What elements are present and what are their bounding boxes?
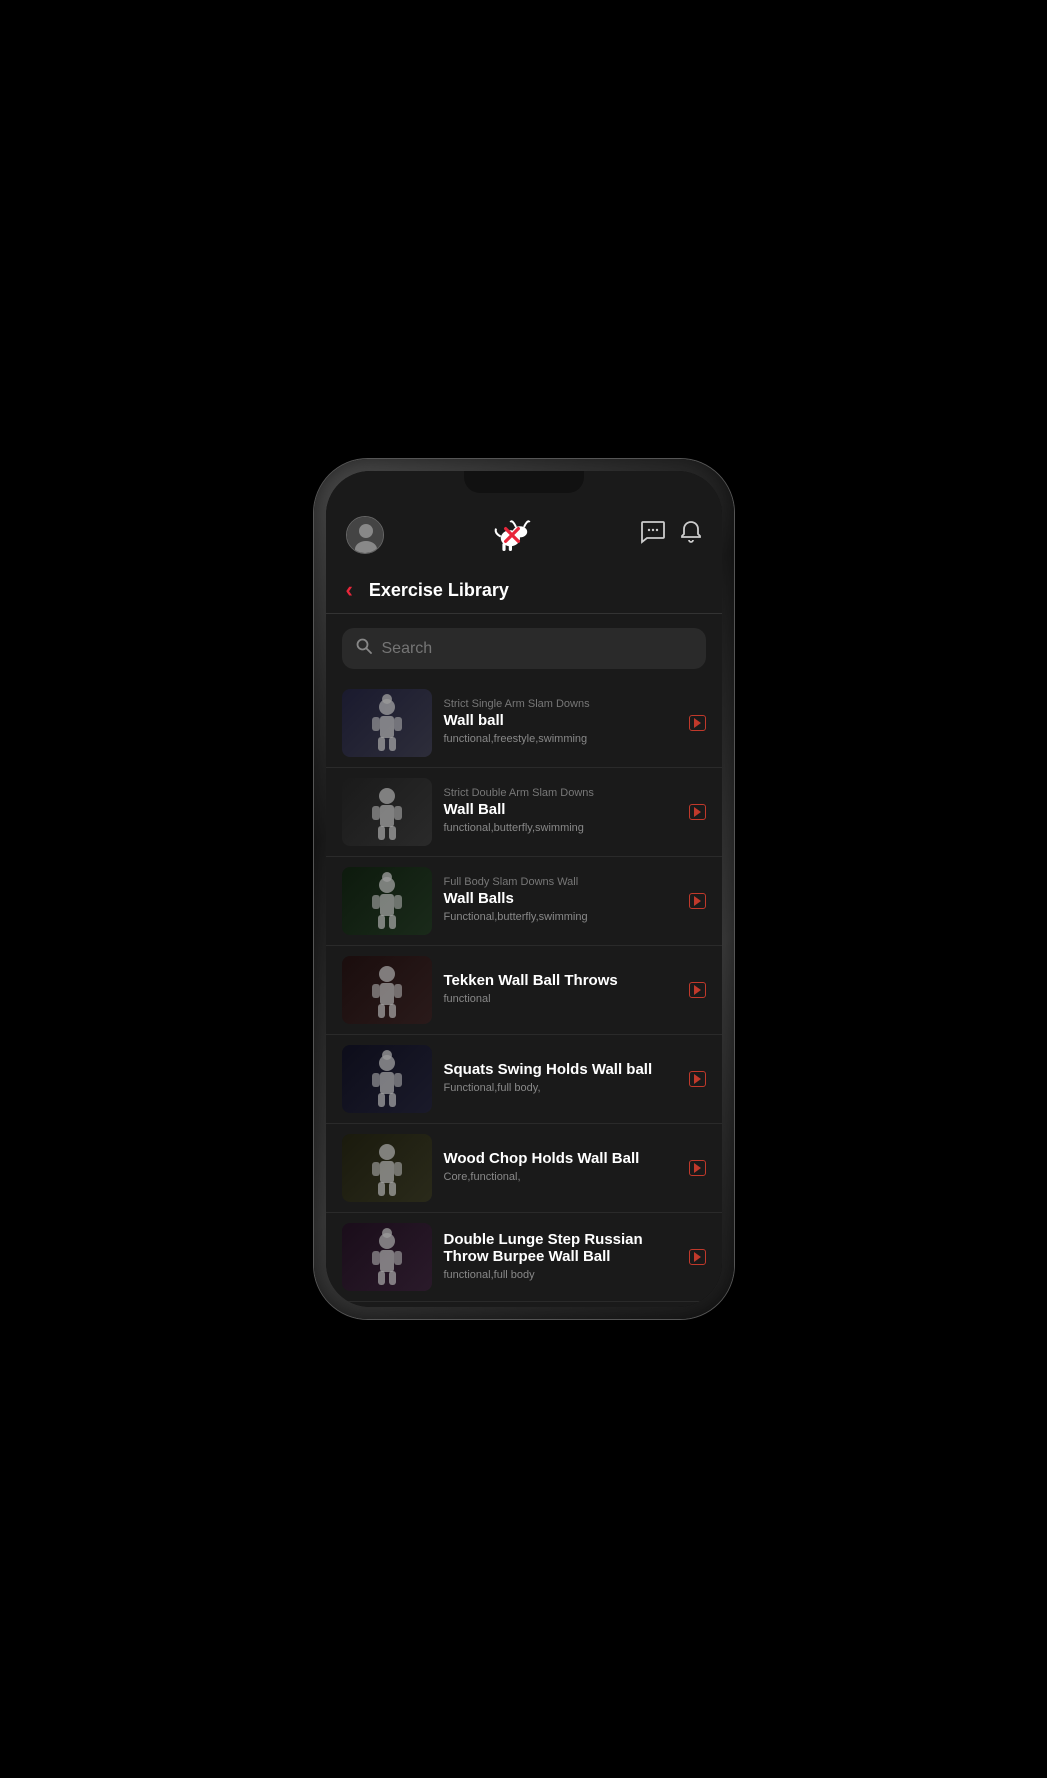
exercise-item[interactable]: Double Lunge Step Russian Throw Burpee W… bbox=[326, 1213, 722, 1302]
exercise-thumbnail bbox=[342, 867, 432, 935]
exercise-thumbnail bbox=[342, 1045, 432, 1113]
play-triangle bbox=[694, 1163, 701, 1173]
exercise-title: Wood Chop Holds Wall Ball bbox=[444, 1150, 677, 1167]
play-triangle bbox=[694, 896, 701, 906]
exercise-list: Strict Single Arm Slam Downs Wall ball f… bbox=[326, 679, 722, 1307]
exercise-item[interactable]: Strict Single Arm Slam Downs Wall ball f… bbox=[326, 679, 722, 768]
exercise-title: Wall Balls bbox=[444, 890, 677, 907]
exercise-tags: Core,functional, bbox=[444, 1170, 677, 1185]
chat-icon[interactable] bbox=[640, 520, 666, 550]
exercise-subtitle: Strict Double Arm Slam Downs bbox=[444, 787, 677, 799]
page-title: Exercise Library bbox=[369, 580, 509, 601]
nav-bar: ‹ Exercise Library bbox=[326, 571, 722, 614]
exercise-item[interactable]: Strict Double Arm Slam Downs Wall Ball f… bbox=[326, 768, 722, 857]
video-icon[interactable] bbox=[689, 1071, 706, 1087]
back-button[interactable]: ‹ bbox=[346, 577, 353, 603]
exercise-info: Wood Chop Holds Wall Ball Core,functiona… bbox=[444, 1150, 677, 1185]
play-triangle bbox=[694, 1252, 701, 1262]
top-icons bbox=[640, 520, 702, 550]
exercise-item[interactable]: Wood Chop Holds Wall Ball Core,functiona… bbox=[326, 1124, 722, 1213]
exercise-title: Wall ball bbox=[444, 712, 677, 729]
exercise-tags: functional,full body bbox=[444, 1268, 677, 1283]
exercise-info: Double Lunge Step Russian Throw Burpee W… bbox=[444, 1231, 677, 1283]
exercise-title: Wall Ball bbox=[444, 801, 677, 818]
video-icon[interactable] bbox=[689, 715, 706, 731]
phone-inner: ‹ Exercise Library bbox=[326, 471, 722, 1307]
exercise-tags: functional,butterfly,swimming bbox=[444, 821, 677, 836]
exercise-item[interactable]: Wall Ball Rainbow Slams bbox=[326, 1302, 722, 1307]
exercise-info: Strict Single Arm Slam Downs Wall ball f… bbox=[444, 698, 677, 747]
exercise-info: Full Body Slam Downs Wall Wall Balls Fun… bbox=[444, 876, 677, 925]
exercise-subtitle: Strict Single Arm Slam Downs bbox=[444, 698, 677, 710]
exercise-thumbnail bbox=[342, 956, 432, 1024]
bell-icon[interactable] bbox=[680, 520, 702, 550]
exercise-item[interactable]: Tekken Wall Ball Throws functional bbox=[326, 946, 722, 1035]
phone-frame: ‹ Exercise Library bbox=[314, 459, 734, 1319]
video-icon[interactable] bbox=[689, 1249, 706, 1265]
search-bar[interactable] bbox=[342, 628, 706, 669]
exercise-tags: Functional,full body, bbox=[444, 1081, 677, 1096]
exercise-tags: functional bbox=[444, 992, 677, 1007]
exercise-thumbnail bbox=[342, 1134, 432, 1202]
exercise-title: Double Lunge Step Russian Throw Burpee W… bbox=[444, 1231, 677, 1265]
exercise-subtitle: Full Body Slam Downs Wall bbox=[444, 876, 677, 888]
exercise-item[interactable]: Full Body Slam Downs Wall Wall Balls Fun… bbox=[326, 857, 722, 946]
avatar-image bbox=[347, 517, 383, 553]
exercise-info: Tekken Wall Ball Throws functional bbox=[444, 972, 677, 1007]
search-input[interactable] bbox=[382, 640, 692, 658]
exercise-info: Squats Swing Holds Wall ball Functional,… bbox=[444, 1061, 677, 1096]
logo bbox=[486, 509, 538, 561]
exercise-thumbnail bbox=[342, 689, 432, 757]
exercise-thumbnail bbox=[342, 1223, 432, 1291]
avatar[interactable] bbox=[346, 516, 384, 554]
video-icon[interactable] bbox=[689, 982, 706, 998]
search-icon bbox=[356, 638, 372, 659]
exercise-thumbnail bbox=[342, 778, 432, 846]
play-triangle bbox=[694, 985, 701, 995]
exercise-info: Strict Double Arm Slam Downs Wall Ball f… bbox=[444, 787, 677, 836]
exercise-tags: Functional,butterfly,swimming bbox=[444, 910, 677, 925]
video-icon[interactable] bbox=[689, 1160, 706, 1176]
video-icon[interactable] bbox=[689, 893, 706, 909]
exercise-title: Squats Swing Holds Wall ball bbox=[444, 1061, 677, 1078]
play-triangle bbox=[694, 1074, 701, 1084]
notch bbox=[464, 471, 584, 493]
video-icon[interactable] bbox=[689, 804, 706, 820]
exercise-title: Tekken Wall Ball Throws bbox=[444, 972, 677, 989]
play-triangle bbox=[694, 807, 701, 817]
exercise-item[interactable]: Squats Swing Holds Wall ball Functional,… bbox=[326, 1035, 722, 1124]
play-triangle bbox=[694, 718, 701, 728]
screen: ‹ Exercise Library bbox=[326, 471, 722, 1307]
exercise-tags: functional,freestyle,swimming bbox=[444, 732, 677, 747]
